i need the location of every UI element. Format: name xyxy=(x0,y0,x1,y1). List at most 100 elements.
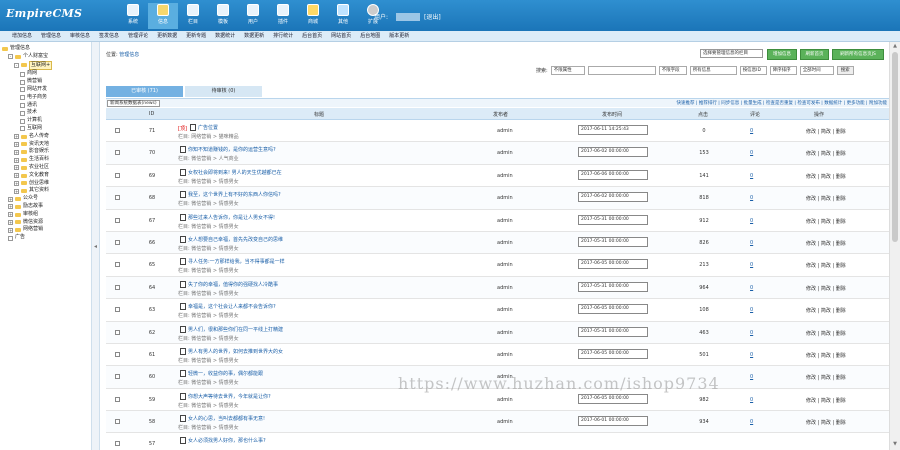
tree-item[interactable]: 微营销 xyxy=(2,78,89,86)
tree-item[interactable]: + 审核组 xyxy=(2,211,89,219)
row-checkbox[interactable] xyxy=(115,172,120,178)
toolbar-actions[interactable]: 快速推荐 | 推荐排行 | 同步信息 | 批量生成 | 检查是否重复 | 检查可… xyxy=(676,100,887,106)
subnav-link[interactable]: 版本更新 xyxy=(389,31,409,41)
nav-item-7[interactable]: 其他 xyxy=(328,3,358,29)
subnav-link[interactable]: 数据更新 xyxy=(244,31,264,41)
row-checkbox[interactable] xyxy=(115,128,120,133)
expand-icon[interactable]: + xyxy=(8,227,13,233)
tab-1[interactable]: 待审核 (0) xyxy=(185,86,262,97)
expand-icon[interactable]: + xyxy=(14,188,19,194)
tree-item[interactable]: - 个人财富宝 xyxy=(2,53,89,61)
subnav-link[interactable]: 审核信息 xyxy=(70,31,90,41)
tree-item[interactable]: 技术 xyxy=(2,109,89,117)
row-checkbox[interactable] xyxy=(115,441,120,447)
page-scrollbar[interactable]: ▲ ▼ xyxy=(889,42,900,450)
scroll-down-icon[interactable]: ▼ xyxy=(891,441,899,449)
expand-icon[interactable]: + xyxy=(14,141,19,147)
row-checkbox[interactable] xyxy=(115,374,120,380)
collapse-icon[interactable]: - xyxy=(14,62,19,68)
tree-item[interactable]: 互联网 xyxy=(2,125,89,133)
row-time-input[interactable]: 2017-05-31 00:00:00 xyxy=(578,326,648,337)
row-actions[interactable]: 修改 | 简改 | 删除 xyxy=(806,307,846,314)
search-input[interactable] xyxy=(587,66,656,75)
expand-icon[interactable]: + xyxy=(14,180,19,186)
type-select[interactable]: 不限属性 xyxy=(550,66,585,75)
nav-item-1[interactable]: 信息 xyxy=(148,3,178,29)
row-time-input[interactable]: 2017-06-05 00:00:00 xyxy=(578,348,648,359)
subnav-link[interactable]: 后台地图 xyxy=(360,31,380,41)
scroll-thumb[interactable] xyxy=(892,52,898,242)
tree-item[interactable]: + 农业社区 xyxy=(2,164,89,172)
tree-item[interactable]: + 文化教育 xyxy=(2,172,89,180)
row-time-input[interactable]: 2017-05-31 00:00:00 xyxy=(578,236,648,247)
tree-item[interactable]: + 微信资源 xyxy=(2,219,89,227)
row-time-input[interactable]: 2017-06-01 00:00:00 xyxy=(578,416,648,427)
category-select[interactable]: 选择要管理信息的栏目 xyxy=(700,49,763,58)
tree-item[interactable]: + 生活百科 xyxy=(2,156,89,164)
refresh-home-button[interactable]: 刷新首页 xyxy=(800,49,829,60)
row-title[interactable]: 你想大声等待去世界，今年就是让你? xyxy=(188,393,271,400)
subnav-link[interactable]: 管理信息 xyxy=(41,31,61,41)
row-comments-link[interactable]: 0 xyxy=(750,150,753,156)
row-actions[interactable]: 修改 | 简改 | 删除 xyxy=(806,419,846,426)
collapse-icon[interactable]: - xyxy=(8,54,13,60)
tree-item[interactable]: + 网络营销 xyxy=(2,226,89,234)
row-time-input[interactable]: 2017-06-05 00:00:00 xyxy=(578,259,648,270)
row-comments-link[interactable]: 0 xyxy=(750,330,753,336)
row-actions[interactable]: 修改 | 简改 | 删除 xyxy=(806,397,846,404)
sidebar-toggle[interactable]: ◂ xyxy=(92,42,100,450)
search-button[interactable]: 搜索 xyxy=(836,66,854,75)
row-checkbox[interactable] xyxy=(115,307,120,313)
row-title[interactable]: 那些过来人告诉你，你是让人男女不得! xyxy=(188,214,275,221)
row-comments-link[interactable]: 0 xyxy=(750,374,753,380)
row-checkbox[interactable] xyxy=(115,239,120,245)
row-title[interactable]: 男人有男人的世界，如何去推到世界大的女 xyxy=(188,348,283,355)
tree-item[interactable]: 广告 xyxy=(2,234,89,242)
row-actions[interactable]: 修改 | 简改 | 删除 xyxy=(806,128,846,135)
add-info-button[interactable]: 增加信息 xyxy=(767,49,797,60)
row-time-input[interactable]: 2017-06-05 00:00:00 xyxy=(578,393,648,404)
subnav-link[interactable]: 管理评论 xyxy=(128,31,148,41)
subnav-link[interactable]: 数据统计 xyxy=(215,31,235,41)
refresh-all-button[interactable]: 刷新所有信息页JS xyxy=(832,49,884,60)
nav-item-0[interactable]: 系统 xyxy=(118,3,148,29)
row-title[interactable]: 男人们，很和那些你们在同一平线上打精建 xyxy=(188,326,283,333)
row-actions[interactable]: 修改 | 简改 | 删除 xyxy=(806,195,846,202)
tree-item[interactable]: + 其它资料 xyxy=(2,187,89,195)
row-title[interactable]: 广告位置 xyxy=(198,124,218,131)
scroll-up-icon[interactable]: ▲ xyxy=(891,43,899,51)
row-title[interactable]: 失了你的幸福，值得你的强硬找人冷酷事 xyxy=(188,281,278,288)
row-comments-link[interactable]: 0 xyxy=(750,262,753,268)
tree-item[interactable]: - 互联网+ xyxy=(2,60,89,71)
logout-link[interactable]: [退出] xyxy=(424,12,441,21)
row-time-input[interactable]: 2017-06-02 00:00:00 xyxy=(578,147,648,158)
row-actions[interactable]: 修改 | 简改 | 删除 xyxy=(806,173,846,180)
row-title[interactable]: 寻人任务:一方那样给我，当不得事都是一样 xyxy=(188,258,285,265)
row-actions[interactable]: 修改 | 简改 | 删除 xyxy=(806,262,846,269)
row-actions[interactable]: 修改 | 简改 | 删除 xyxy=(806,352,846,359)
nav-item-2[interactable]: 栏目 xyxy=(178,3,208,29)
flag-select[interactable]: 所有信息 xyxy=(689,66,737,75)
row-title[interactable]: 女权社会即将到来! 男人的天生优越都已在 xyxy=(188,169,282,176)
row-time-input[interactable]: 2017-06-06 00:00:00 xyxy=(578,169,648,180)
nav-item-4[interactable]: 用户 xyxy=(238,3,268,29)
nav-item-3[interactable]: 模板 xyxy=(208,3,238,29)
row-comments-link[interactable]: 0 xyxy=(750,173,753,179)
nav-item-5[interactable]: 插件 xyxy=(268,3,298,29)
breadcrumb-link[interactable]: 管理信息 xyxy=(119,52,139,58)
order-select[interactable]: 按信息ID xyxy=(739,66,767,75)
row-title[interactable]: 我至，这个世界上有不好的东西人你信吗? xyxy=(188,191,281,198)
row-checkbox[interactable] xyxy=(115,396,120,402)
row-actions[interactable]: 修改 | 简改 | 删除 xyxy=(806,285,846,292)
tab-0[interactable]: 已审核 (71) xyxy=(106,86,183,97)
subnav-link[interactable]: 增加信息 xyxy=(12,31,32,41)
row-comments-link[interactable]: 0 xyxy=(750,128,753,134)
row-actions[interactable]: 修改 | 简改 | 删除 xyxy=(806,150,846,157)
tree-item[interactable]: 管理信息 xyxy=(2,45,89,53)
row-checkbox[interactable] xyxy=(115,262,120,268)
row-title[interactable]: 你知不知道赚钱的，是你的运营生意吗? xyxy=(188,146,276,153)
tree-item[interactable]: + 励志故事 xyxy=(2,203,89,211)
row-checkbox[interactable] xyxy=(115,419,120,425)
row-comments-link[interactable]: 0 xyxy=(750,419,753,425)
row-title[interactable]: 轻微一，收益你的事，偶尔都能跟 xyxy=(188,370,263,377)
